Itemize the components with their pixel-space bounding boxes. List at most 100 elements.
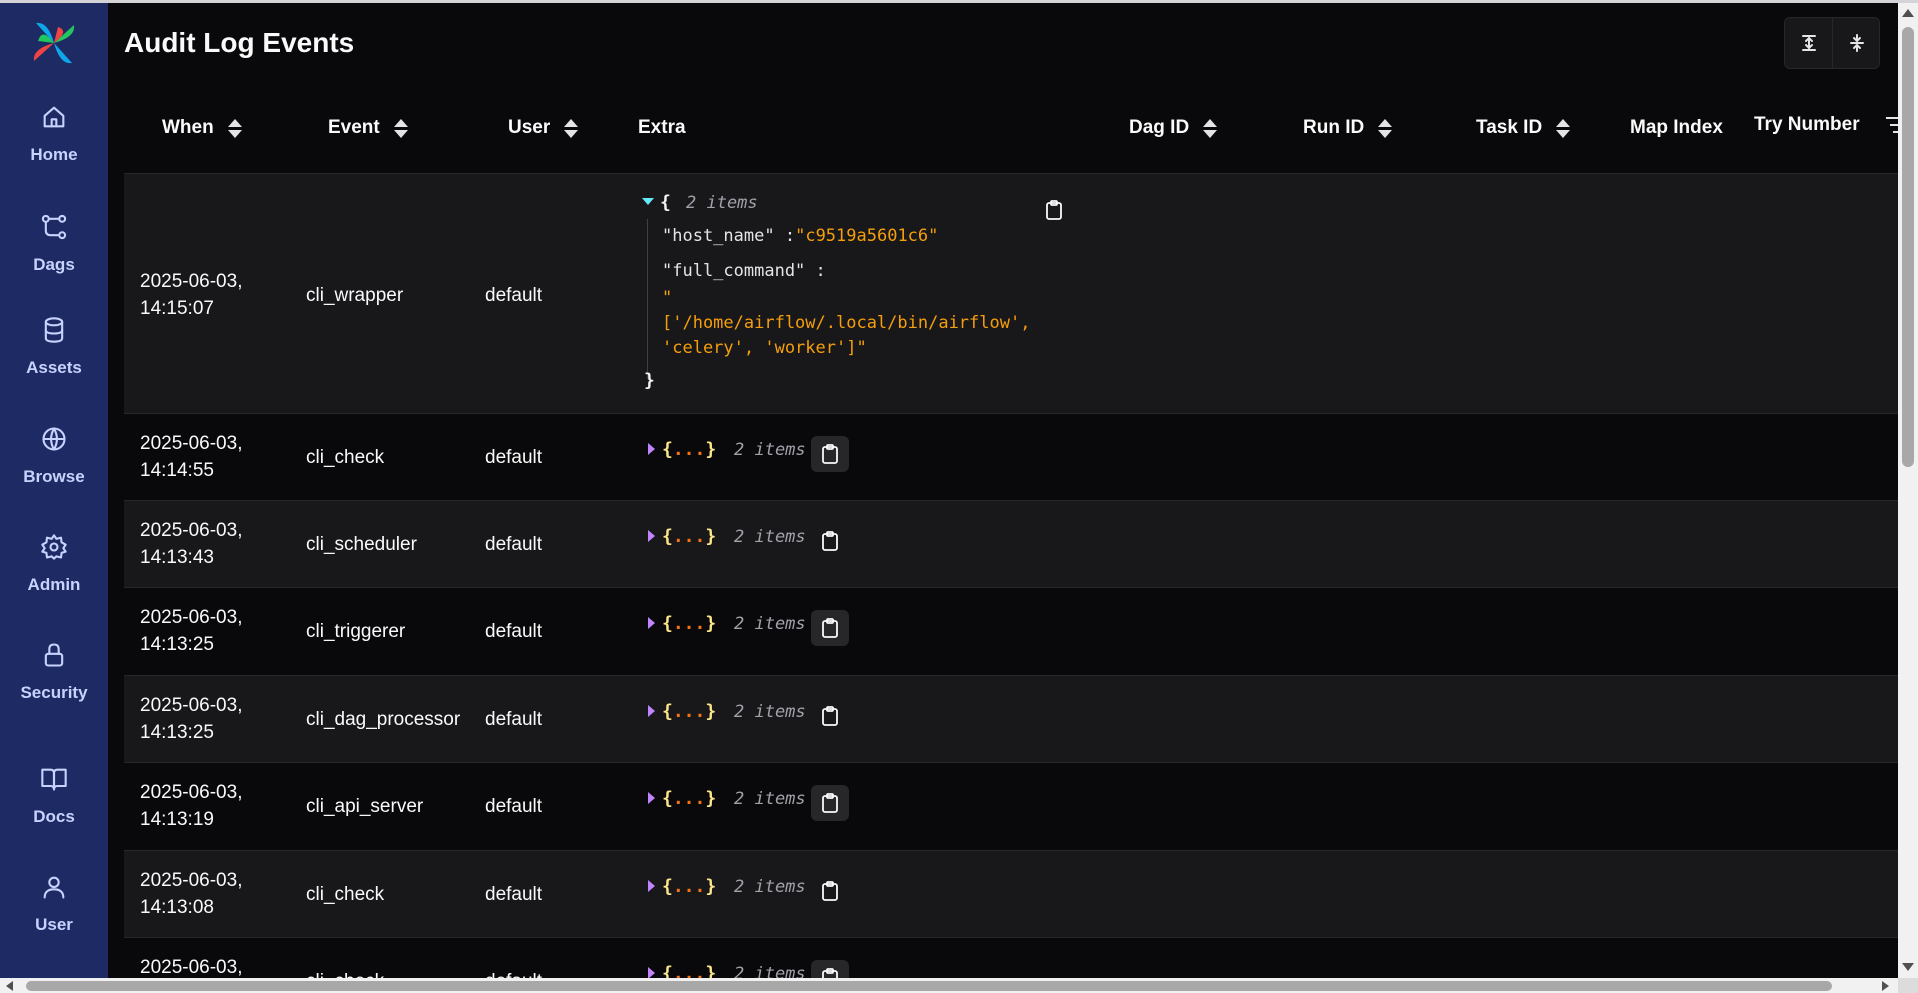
json-collapse-toggle[interactable] bbox=[642, 198, 654, 205]
nav-dags[interactable]: Dags bbox=[0, 213, 108, 303]
page-title: Audit Log Events bbox=[124, 27, 355, 58]
json-expand-toggle[interactable] bbox=[648, 792, 655, 804]
table-row[interactable]: 2025-06-03, 14:14:55 cli_check default {.… bbox=[124, 413, 1898, 500]
sort-icon[interactable] bbox=[564, 118, 579, 138]
copy-json-button[interactable] bbox=[811, 960, 849, 978]
table-row[interactable]: 2025-06-03, 14:13:08 cli_check default {.… bbox=[124, 850, 1898, 937]
json-expand-toggle[interactable] bbox=[648, 705, 655, 717]
sort-icon[interactable] bbox=[227, 118, 242, 138]
expand-all-button[interactable] bbox=[1785, 18, 1833, 68]
globe-icon bbox=[40, 425, 68, 453]
copy-json-button[interactable] bbox=[811, 610, 849, 646]
filter-icon[interactable] bbox=[1886, 117, 1898, 135]
json-key-full-command: "full_command" : bbox=[662, 261, 826, 281]
table-row[interactable]: 2025-06-03, 14:15:07 cli_wrapper default … bbox=[124, 173, 1898, 413]
cell-when: 2025-06-03, 14:13:25 bbox=[140, 607, 243, 655]
cell-when: 2025-06-03, 14:13:19 bbox=[140, 782, 243, 830]
clipboard-icon bbox=[822, 706, 838, 726]
table-row[interactable]: 2025-06-03, 14:13:25 cli_triggerer defaul… bbox=[124, 587, 1898, 675]
json-viewer-expanded: { 2 items "host_name" :"c9519a5601c6" "f… bbox=[124, 174, 1062, 414]
json-expand-toggle[interactable] bbox=[648, 617, 655, 629]
clipboard-icon bbox=[822, 793, 838, 813]
table-header: When Event User Extra Dag ID Run ID Task… bbox=[124, 83, 1898, 173]
clipboard-icon bbox=[822, 968, 838, 978]
nav-security[interactable]: Security bbox=[0, 641, 108, 731]
cell-user: default bbox=[485, 709, 543, 730]
cell-user: default bbox=[485, 621, 543, 642]
nav-docs-label: Docs bbox=[33, 807, 75, 826]
clipboard-icon bbox=[822, 444, 838, 464]
copy-json-button[interactable] bbox=[811, 523, 849, 559]
table-row[interactable]: 2025-06-03, 14:13:19 cli_api_server defau… bbox=[124, 762, 1898, 850]
clipboard-icon bbox=[1046, 200, 1062, 220]
nav-home[interactable]: Home bbox=[0, 103, 108, 193]
clipboard-icon bbox=[822, 531, 838, 551]
column-header-task-id[interactable]: Task ID bbox=[1476, 83, 1571, 173]
nav-user[interactable]: User bbox=[0, 873, 108, 963]
main-content: Audit Log Events When Event User Extra D… bbox=[108, 3, 1898, 978]
sort-icon[interactable] bbox=[1203, 118, 1218, 138]
column-header-run-id[interactable]: Run ID bbox=[1303, 83, 1393, 173]
copy-json-button[interactable] bbox=[1035, 192, 1073, 228]
column-label: Task ID bbox=[1476, 117, 1543, 138]
json-close-brace: } bbox=[644, 370, 655, 391]
json-item-count: 2 items bbox=[734, 877, 806, 897]
nav-home-label: Home bbox=[30, 145, 78, 164]
json-item-count: 2 items bbox=[734, 614, 806, 634]
copy-json-button[interactable] bbox=[811, 698, 849, 734]
nav-browse-label: Browse bbox=[23, 467, 85, 486]
json-collapsed-object: {...} bbox=[662, 526, 717, 547]
json-item-count: 2 items bbox=[734, 527, 806, 547]
horizontal-scroll-thumb[interactable] bbox=[26, 981, 1832, 991]
column-header-map-index: Map Index bbox=[1630, 83, 1723, 173]
json-expand-toggle[interactable] bbox=[648, 530, 655, 542]
column-header-event[interactable]: Event bbox=[328, 83, 408, 173]
json-expand-toggle[interactable] bbox=[648, 443, 655, 455]
nav-docs[interactable]: Docs bbox=[0, 765, 108, 855]
nav-admin[interactable]: Admin bbox=[0, 533, 108, 623]
airflow-logo[interactable] bbox=[28, 17, 80, 69]
scroll-up-arrow[interactable] bbox=[1902, 9, 1914, 17]
vertical-scrollbar[interactable] bbox=[1898, 3, 1918, 978]
json-item-count: 2 items bbox=[734, 964, 806, 978]
cell-user: default bbox=[485, 968, 542, 978]
sort-icon[interactable] bbox=[1378, 118, 1393, 138]
column-header-user[interactable]: User bbox=[508, 83, 579, 173]
column-label: Try Number bbox=[1754, 114, 1860, 135]
cell-event: cli_check bbox=[306, 968, 384, 978]
cell-event: cli_dag_processor bbox=[306, 709, 461, 730]
sort-icon[interactable] bbox=[393, 118, 408, 138]
json-expand-toggle[interactable] bbox=[648, 967, 655, 978]
nav-browse[interactable]: Browse bbox=[0, 425, 108, 515]
copy-json-button[interactable] bbox=[811, 873, 849, 909]
gear-icon bbox=[40, 533, 68, 561]
collapse-all-button[interactable] bbox=[1833, 18, 1881, 68]
table-row[interactable]: 2025-06-03, 14:13:25 cli_dag_processor de… bbox=[124, 675, 1898, 762]
nav-admin-label: Admin bbox=[27, 575, 81, 594]
json-expand-toggle[interactable] bbox=[648, 880, 655, 892]
nav-dags-label: Dags bbox=[33, 255, 75, 274]
json-collapsed-object: {...} bbox=[662, 613, 717, 634]
scrollbar-corner bbox=[1898, 978, 1918, 993]
column-header-dag-id[interactable]: Dag ID bbox=[1129, 83, 1218, 173]
cell-when: 2025-06-03, 14:13:43 bbox=[140, 520, 243, 568]
nav-security-label: Security bbox=[20, 683, 88, 702]
scroll-right-arrow[interactable] bbox=[1882, 981, 1889, 991]
horizontal-scrollbar[interactable] bbox=[0, 978, 1898, 993]
copy-json-button[interactable] bbox=[811, 436, 849, 472]
nav-assets[interactable]: Assets bbox=[0, 316, 108, 406]
column-label: Map Index bbox=[1630, 117, 1723, 138]
table-row[interactable]: 2025-06-03, cli_check default {...} 2 it… bbox=[124, 937, 1898, 978]
vertical-scroll-thumb[interactable] bbox=[1902, 27, 1914, 467]
table-row[interactable]: 2025-06-03, 14:13:43 cli_scheduler defaul… bbox=[124, 500, 1898, 587]
copy-json-button[interactable] bbox=[811, 785, 849, 821]
json-collapsed-object: {...} bbox=[662, 963, 717, 978]
user-icon bbox=[40, 873, 68, 901]
lock-icon bbox=[40, 641, 68, 669]
sort-icon[interactable] bbox=[1556, 118, 1571, 138]
cell-event: cli_check bbox=[306, 884, 385, 905]
column-header-when[interactable]: When bbox=[162, 83, 242, 173]
scroll-down-arrow[interactable] bbox=[1902, 963, 1914, 971]
scroll-left-arrow[interactable] bbox=[6, 981, 13, 991]
json-item-count: 2 items bbox=[734, 789, 806, 809]
